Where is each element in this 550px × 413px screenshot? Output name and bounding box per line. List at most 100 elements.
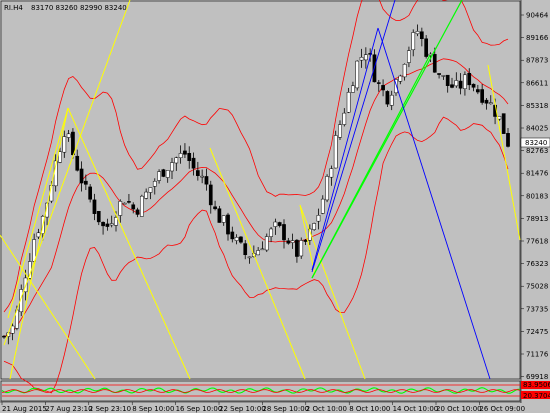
candle-body [221, 215, 226, 223]
candle-body [256, 250, 261, 256]
candle-body [174, 157, 179, 164]
candle-body [208, 184, 213, 206]
candle-body [66, 133, 71, 138]
candle-body [450, 84, 454, 88]
candle-body [131, 204, 136, 210]
candle-body [269, 228, 273, 237]
candle-body [381, 85, 385, 91]
price-tick-label: 69918 [526, 373, 548, 381]
candle-body [463, 74, 467, 89]
candle-body [92, 199, 97, 214]
candle-body [226, 214, 230, 235]
candle-body [342, 112, 347, 125]
ohlc-readout: 83170 83260 82990 83240 [31, 4, 127, 12]
candle-body [303, 239, 308, 242]
candle-body [191, 157, 196, 169]
candle-body [398, 75, 403, 82]
time-tick-label: 20 Oct 10:00 [436, 405, 482, 413]
main-chart-area[interactable] [0, 0, 521, 380]
candle-body [105, 223, 110, 227]
price-tick-label: 77618 [526, 238, 548, 246]
time-tick-label: 8 Oct 10:00 [349, 405, 390, 413]
time-tick-label: 21 Aug 2015 [2, 405, 47, 413]
candle-body [458, 80, 463, 89]
candle-body [157, 171, 161, 181]
price-tick-label: 86611 [526, 79, 548, 87]
last-price-label: 83240 [525, 139, 547, 147]
candle-body [139, 195, 144, 217]
candle-body [213, 206, 217, 210]
time-tick-label: 2 Oct 10:00 [306, 405, 347, 413]
candle-body [355, 60, 360, 89]
price-tick-label: 72475 [526, 328, 548, 336]
candle-body [79, 168, 84, 184]
candle-body [488, 102, 493, 105]
candle-body [195, 170, 200, 176]
candle-body [432, 54, 437, 73]
time-tick-label: 8 Sep 10:00 [132, 405, 174, 413]
candle-body [88, 186, 93, 200]
price-tick-label: 80183 [526, 192, 548, 200]
candle-body [75, 155, 80, 171]
candle-body [165, 170, 170, 178]
price-tick-label: 82763 [526, 147, 548, 155]
symbol-timeframe: RI.H4 [4, 4, 23, 12]
candle-body [333, 135, 338, 169]
candle-body [127, 201, 131, 203]
candle-body [363, 54, 368, 61]
candle-body [101, 221, 105, 227]
candle-body [411, 32, 416, 51]
candle-body [217, 208, 222, 223]
candle-body [144, 191, 149, 199]
candle-body [243, 243, 248, 256]
candle-body [501, 113, 506, 134]
candle-body [376, 82, 381, 84]
candle-body [441, 75, 446, 77]
candle-body [71, 131, 75, 156]
candle-body [36, 232, 41, 238]
candle-body [389, 94, 394, 106]
candle-body [329, 168, 334, 178]
candle-body [320, 198, 325, 214]
price-tick-label: 85318 [526, 102, 548, 110]
candle-body [200, 175, 205, 178]
candle-body [286, 240, 291, 244]
candle-body [437, 73, 441, 75]
candle-body [471, 83, 476, 88]
candle-body [152, 180, 157, 187]
time-tick-label: 27 Aug 23:10 [45, 405, 92, 413]
candle-body [385, 91, 390, 105]
candle-body [325, 176, 329, 201]
candle-body [445, 74, 450, 86]
candle-body [299, 240, 304, 257]
candle-body [346, 92, 351, 113]
candle-body [170, 162, 174, 172]
candle-body [239, 236, 243, 243]
candle-body [506, 133, 510, 147]
candle-body [135, 209, 140, 215]
candle-body [234, 237, 239, 241]
price-tick-label: 87873 [526, 57, 548, 65]
candle-body [359, 57, 364, 61]
candle-body [338, 124, 342, 138]
candle-body [312, 223, 317, 230]
candle-body [96, 211, 101, 223]
candle-body [260, 248, 265, 251]
time-tick-label: 16 Sep 10:00 [176, 405, 223, 413]
price-tick-label: 75028 [526, 283, 548, 291]
candle-body [183, 150, 187, 155]
price-tick-label: 84025 [526, 125, 548, 133]
candle-body [290, 240, 295, 243]
candle-body [161, 169, 166, 177]
time-tick-label: 14 Oct 10:00 [393, 405, 439, 413]
candle-body [178, 153, 183, 158]
indicator-lower-label: 20.3704 [523, 392, 550, 400]
chart-window[interactable]: RI.H4 83170 83260 82990 83240 90464 89166… [0, 0, 550, 413]
price-tick-label: 76323 [526, 260, 548, 268]
price-tick-label: 81476 [526, 170, 549, 178]
candle-body [415, 31, 420, 35]
candle-body [295, 239, 299, 257]
candle-body [264, 236, 269, 251]
candle-body [247, 256, 252, 259]
time-axis: 21 Aug 201527 Aug 23:102 Sep 23:10 8 Sep … [1, 402, 525, 413]
